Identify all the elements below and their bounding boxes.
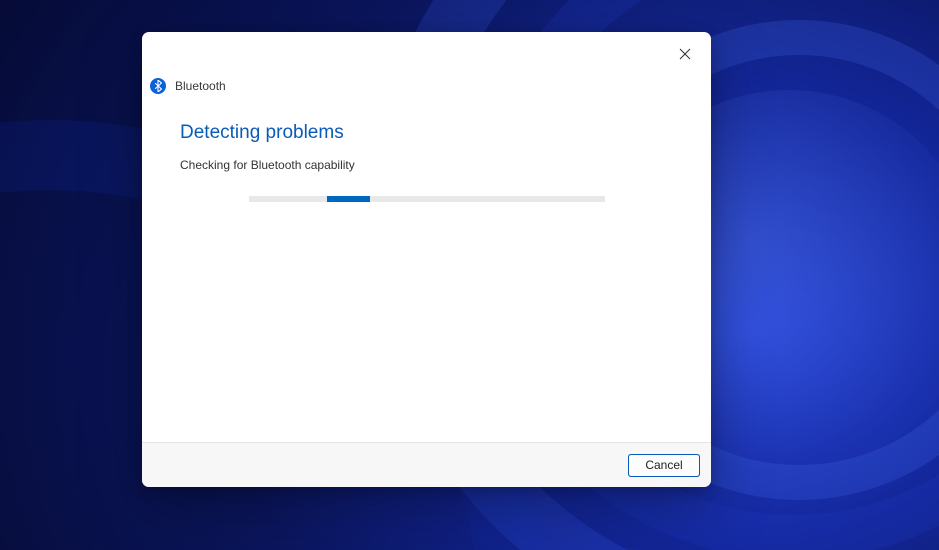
progress-bar: [249, 196, 605, 202]
dialog-footer: Cancel: [142, 442, 711, 487]
progress-chunk: [327, 196, 370, 202]
page-heading: Detecting problems: [180, 122, 673, 144]
dialog-title: Bluetooth: [175, 79, 226, 93]
bluetooth-icon: [150, 78, 166, 94]
status-text: Checking for Bluetooth capability: [180, 158, 673, 172]
dialog-content: Detecting problems Checking for Bluetoot…: [142, 94, 711, 442]
troubleshooter-dialog: Bluetooth Detecting problems Checking fo…: [142, 32, 711, 487]
close-button[interactable]: [677, 46, 693, 62]
dialog-header: Bluetooth: [142, 78, 711, 94]
title-bar: [142, 32, 711, 70]
desktop-background: Bluetooth Detecting problems Checking fo…: [0, 0, 939, 550]
cancel-button[interactable]: Cancel: [628, 454, 700, 477]
close-icon: [679, 48, 691, 60]
